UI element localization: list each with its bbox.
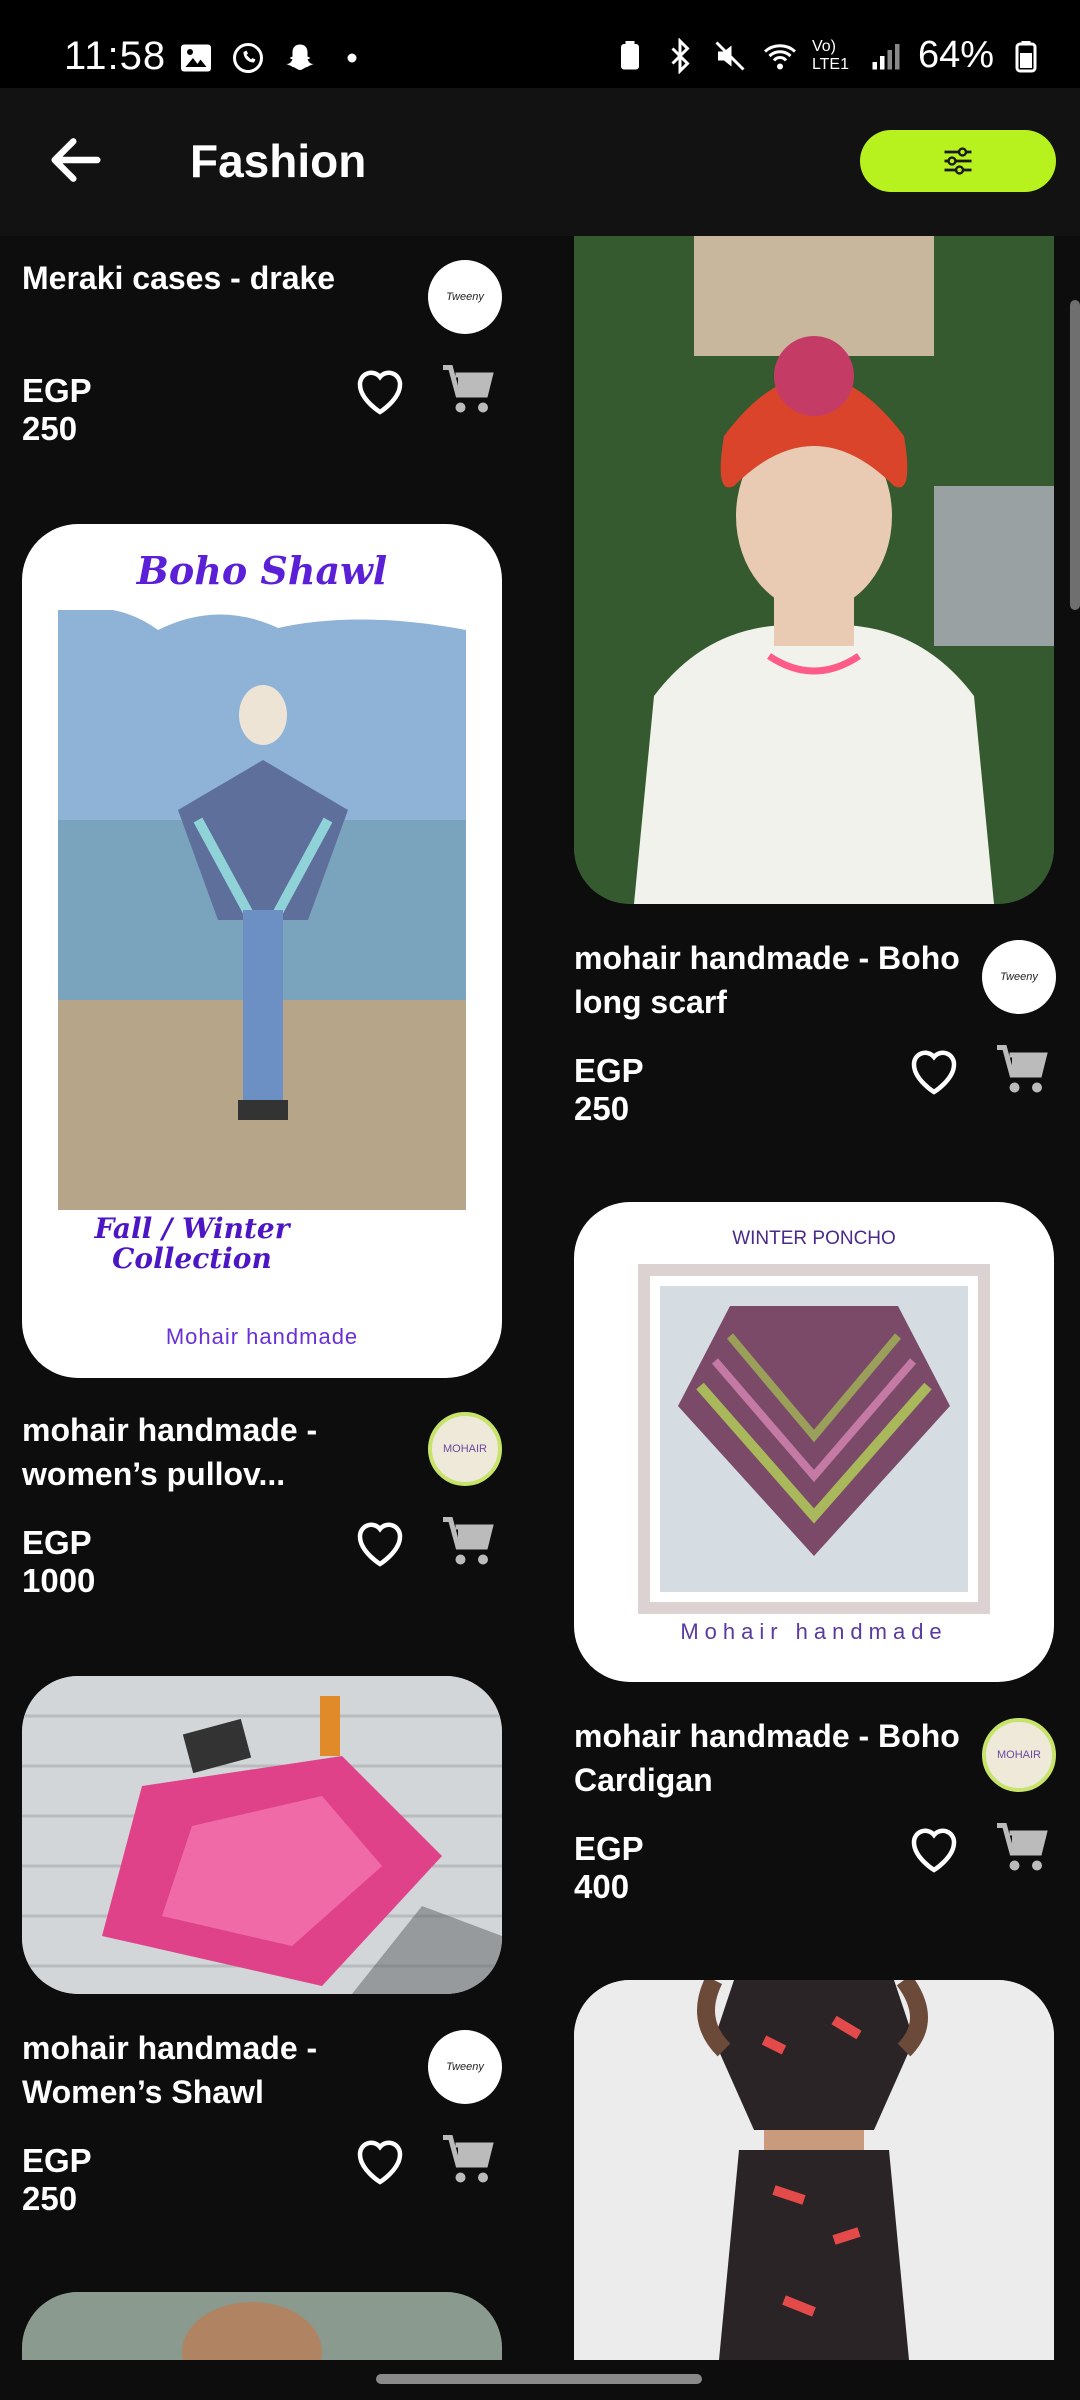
photo-pink-shawl	[22, 1676, 502, 1994]
product-image[interactable]	[574, 1980, 1054, 2360]
product-image[interactable]: WINTER PONCHO Mohair handmade	[574, 1202, 1054, 1682]
image-footer: Mohair handmade	[680, 1619, 948, 1644]
status-time: 11:58	[64, 34, 167, 78]
product-image[interactable]	[22, 1676, 502, 1994]
battery-saver-icon	[620, 40, 639, 69]
app-bar: Fashion	[0, 88, 1080, 236]
cart-icon[interactable]	[438, 360, 498, 420]
product-name: mohair handmade - Boho long scarf	[574, 940, 960, 1020]
network-label: Vo) LTE1	[811, 37, 849, 73]
signal-icon	[872, 43, 900, 69]
whatsapp-icon	[233, 43, 263, 73]
seller-avatar[interactable]: Tweeny	[428, 260, 502, 334]
seller-avatar[interactable]: MOHAIR	[428, 1412, 502, 1486]
product-price: EGP 250	[574, 1052, 644, 1127]
seller-avatar[interactable]: Tweeny	[428, 2030, 502, 2104]
product-price: EGP 250	[22, 372, 92, 447]
status-bar: 11:58 Vo) LTE1 64%	[0, 0, 1080, 88]
filter-sliders-icon	[944, 147, 972, 175]
snapchat-icon	[286, 44, 314, 70]
photo-woman-beach	[58, 610, 466, 1210]
status-system-icons: Vo) LTE1 64%	[612, 34, 1044, 77]
gesture-nav-handle[interactable]	[376, 2374, 702, 2384]
product-image[interactable]: Boho Shawl Fall / Winter Collection Moha…	[22, 524, 502, 1378]
image-title: Boho Shawl	[136, 548, 388, 593]
scrollbar[interactable]	[1070, 300, 1080, 610]
photo-poncho	[660, 1286, 968, 1592]
image-title: WINTER PONCHO	[732, 1228, 896, 1249]
page-title: Fashion	[190, 135, 367, 187]
battery-icon	[1015, 40, 1037, 72]
product-name: mohair handmade - women’s pullov...	[22, 1412, 318, 1492]
heart-icon[interactable]	[904, 1820, 964, 1880]
image-subtitle: Fall / Winter Collection	[94, 1212, 290, 1275]
heart-icon[interactable]	[350, 1514, 410, 1574]
product-price: EGP 400	[574, 1830, 644, 1905]
image-footer: Mohair handmade	[165, 1324, 359, 1349]
product-name: mohair handmade - Women’s Shawl	[22, 2030, 318, 2110]
product-price: EGP 250	[22, 2142, 92, 2217]
cart-icon[interactable]	[438, 1512, 498, 1572]
wifi-icon	[763, 43, 796, 69]
product-image[interactable]	[22, 2292, 502, 2360]
gallery-icon	[181, 44, 211, 72]
battery-percent: 64%	[917, 34, 994, 76]
cart-icon[interactable]	[438, 2130, 498, 2190]
product-name: Meraki cases - drake	[22, 260, 336, 296]
product-image[interactable]	[574, 236, 1054, 904]
cart-icon[interactable]	[992, 1818, 1052, 1878]
seller-avatar[interactable]: Tweeny	[982, 940, 1056, 1014]
dot-icon	[347, 53, 357, 63]
heart-icon[interactable]	[904, 1042, 964, 1102]
mute-icon	[715, 40, 745, 71]
product-name: mohair handmade - Boho Cardigan	[574, 1718, 960, 1798]
back-arrow-icon[interactable]	[44, 128, 108, 192]
photo-partial	[22, 2292, 502, 2360]
status-notification-icons	[178, 40, 370, 76]
heart-icon[interactable]	[350, 362, 410, 422]
product-price: EGP 1000	[22, 1524, 96, 1599]
poncho-frame	[638, 1264, 990, 1614]
filter-button[interactable]	[860, 130, 1056, 192]
seller-avatar[interactable]: MOHAIR	[982, 1718, 1056, 1792]
cart-icon[interactable]	[992, 1040, 1052, 1100]
bluetooth-icon	[671, 37, 690, 74]
heart-icon[interactable]	[350, 2132, 410, 2192]
photo-woman-turban	[574, 236, 1054, 904]
photo-printed-set	[574, 1980, 1054, 2360]
